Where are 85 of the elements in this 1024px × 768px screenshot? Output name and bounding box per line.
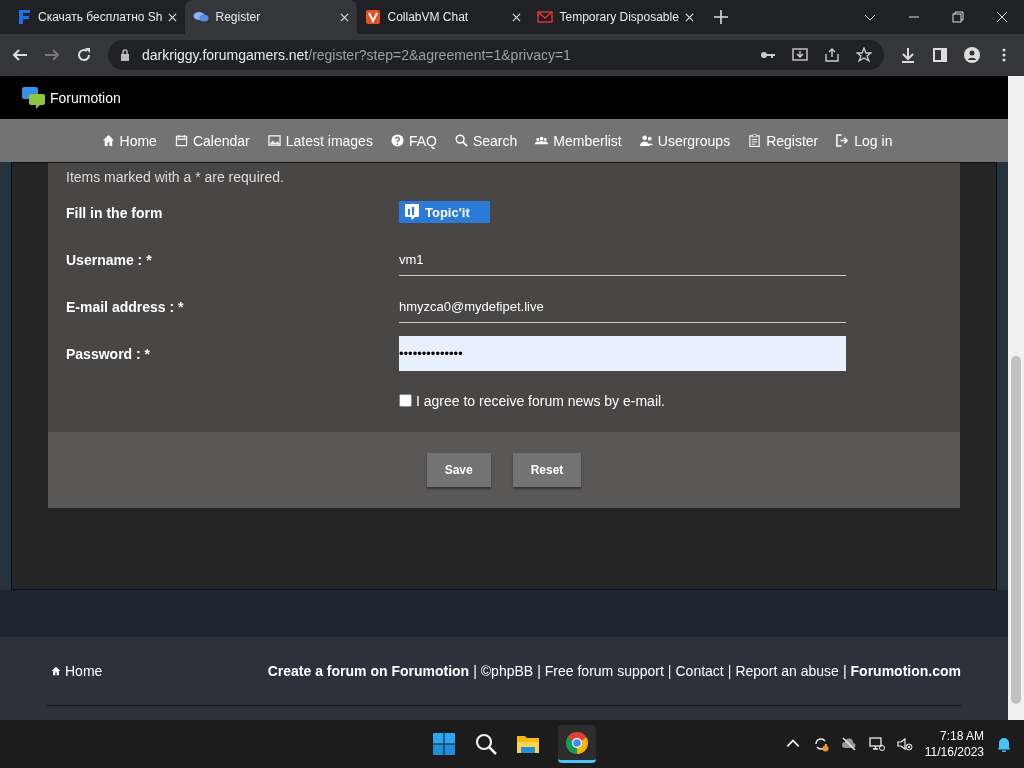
download-icon[interactable] — [900, 47, 916, 63]
image-icon — [267, 134, 281, 147]
login-icon — [836, 134, 850, 147]
back-icon[interactable] — [12, 47, 28, 63]
speech-badge-icon — [405, 204, 419, 220]
field-label: E-mail address : * — [65, 298, 185, 315]
browser-tab[interactable]: CollabVM Chat — [357, 0, 530, 34]
cloud-off-icon[interactable] — [840, 736, 857, 752]
nav-link[interactable]: FAQ — [390, 132, 437, 149]
register-icon — [748, 134, 762, 147]
restore-icon[interactable] — [952, 11, 964, 23]
home-icon — [101, 134, 115, 147]
field-label: Username : * — [65, 251, 153, 268]
nav-link[interactable]: Memberlist — [535, 132, 622, 149]
separator: | — [537, 663, 541, 679]
chat-bubbles-icon[interactable] — [22, 86, 46, 109]
footer-home-link[interactable]: Home — [47, 663, 103, 679]
share-icon[interactable] — [824, 47, 840, 63]
bell-icon[interactable] — [996, 736, 1012, 752]
close-icon[interactable] — [996, 11, 1008, 23]
nav-link[interactable]: Log in — [836, 132, 893, 149]
separator: | — [842, 663, 847, 679]
address-bar[interactable]: darkriggy.forumgamers.net/register?step=2&agreement=1&privacy=1 — [108, 40, 884, 70]
search-icon — [454, 134, 468, 147]
groups-icon — [639, 134, 653, 147]
nav-link[interactable]: Register — [748, 132, 819, 149]
footer-link[interactable]: Forumotion.com — [850, 663, 961, 679]
input-field[interactable]: hmyzca0@mydefipet.live — [399, 290, 846, 323]
windows-start-icon[interactable] — [432, 732, 456, 756]
brand-name[interactable]: Forumotion — [50, 89, 121, 106]
chrome-logo-icon — [565, 730, 589, 755]
members-icon — [535, 134, 549, 147]
new-tab-icon[interactable] — [713, 10, 728, 24]
checkbox[interactable] — [399, 394, 412, 407]
password-field[interactable]: •••••••••••••• — [399, 336, 846, 371]
footer-link[interactable]: Create a forum on Forumotion — [267, 663, 470, 679]
url-path: /register?step=2&agreement=1&privacy=1 — [308, 47, 571, 63]
footer-link[interactable]: Report an abuse — [735, 663, 839, 679]
nav-link[interactable]: Home — [101, 132, 157, 149]
url-host: darkriggy.forumgamers.net — [142, 47, 309, 63]
save-button[interactable]: Save — [426, 453, 491, 487]
letter-f-icon — [16, 9, 32, 25]
clock-time[interactable]: 7:18 AM — [939, 728, 984, 744]
close-icon[interactable] — [340, 12, 350, 22]
reload-icon[interactable] — [76, 47, 92, 63]
field-label: Password : * — [65, 345, 152, 362]
clock-date[interactable]: 11/16/2023 — [924, 744, 984, 760]
browser-tab[interactable]: Скачать бесплатно Sh — [8, 0, 186, 34]
scrollbar[interactable] — [1008, 76, 1024, 720]
browser-taskbar-button[interactable] — [558, 725, 596, 763]
separator: | — [667, 663, 672, 679]
install-icon[interactable] — [792, 47, 808, 63]
search-icon[interactable] — [474, 732, 498, 756]
separator: | — [473, 663, 477, 679]
close-icon[interactable] — [512, 12, 522, 22]
envelope-icon — [537, 9, 554, 25]
reset-button[interactable]: Reset — [512, 453, 582, 487]
checkbox-label[interactable]: I agree to receive forum news by e-mail. — [416, 392, 665, 409]
input-field[interactable]: vm1 — [399, 243, 846, 276]
browser-tab[interactable]: Temporary Disposable — [529, 0, 702, 34]
sync-icon[interactable] — [812, 736, 829, 752]
home-icon — [51, 666, 61, 676]
form-label: Fill in the form — [65, 204, 164, 221]
calendar-icon — [174, 134, 188, 147]
footer-link[interactable]: ©phpBB — [480, 663, 534, 679]
network-icon[interactable] — [868, 736, 885, 752]
footer-link[interactable]: Free forum support — [544, 663, 664, 679]
close-icon[interactable] — [168, 12, 178, 22]
side-panel-icon[interactable] — [932, 47, 948, 63]
nav-link[interactable]: Latest images — [267, 132, 373, 149]
star-icon[interactable] — [856, 47, 872, 63]
lock-icon — [120, 49, 130, 61]
footer-link[interactable]: Contact — [675, 663, 724, 679]
nav-link[interactable]: Usergroups — [639, 132, 731, 149]
topicit-button[interactable]: Topic'it — [399, 201, 490, 223]
nav-link[interactable]: Search — [454, 132, 518, 149]
nav-link[interactable]: Calendar — [174, 132, 250, 149]
required-note: Items marked with a * are required. — [65, 168, 285, 187]
separator: | — [727, 663, 732, 679]
close-icon[interactable] — [684, 12, 694, 22]
faq-icon — [390, 134, 404, 147]
profile-icon[interactable] — [964, 47, 980, 63]
speaker-muted-icon[interactable] — [896, 736, 913, 752]
browser-tab[interactable]: Register — [185, 0, 358, 34]
forward-icon[interactable] — [44, 47, 60, 63]
